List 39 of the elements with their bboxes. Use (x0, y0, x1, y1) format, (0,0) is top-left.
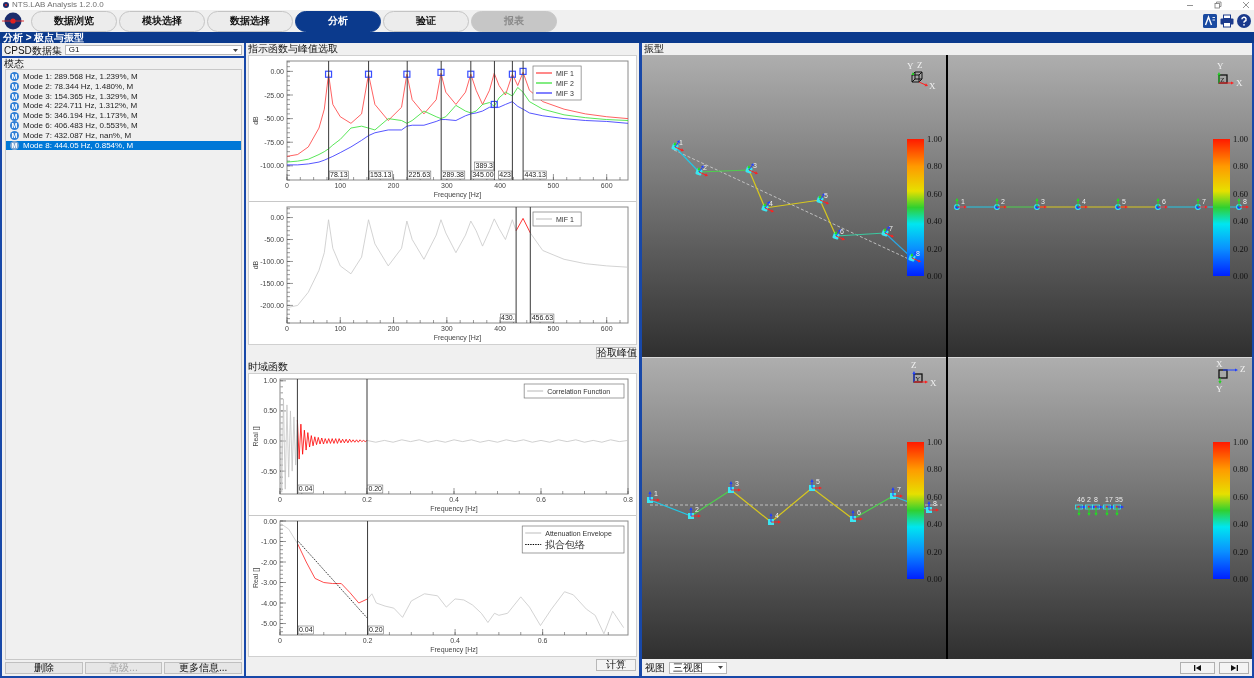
axis-label: Z (917, 60, 923, 70)
axis-label: X (1236, 78, 1243, 88)
color-scale-label: 0.60 (927, 188, 942, 199)
window-title: NTS.LAB Analysis 1.2.0.0 (12, 0, 104, 10)
panel-title: 振型 (643, 43, 665, 55)
breadcrumb: 分析 > 极点与振型 (3, 32, 85, 43)
color-scale-label: 0.80 (1233, 464, 1248, 475)
color-scale-label: 0.40 (1233, 519, 1248, 530)
color-scale-label: 0.80 (927, 464, 942, 475)
axis-label: X (929, 81, 936, 91)
panel-title: 指示函数与峰值选取 (247, 43, 339, 55)
axis-label: Y (1216, 384, 1223, 394)
color-scale-label: 0.80 (927, 161, 942, 172)
axis-label: X (930, 378, 937, 388)
color-scale-label: 0.20 (1233, 243, 1248, 254)
color-scale-label: 0.60 (1233, 491, 1248, 502)
panel-title: 时域函数 (247, 361, 289, 373)
axis-label: X (1216, 359, 1223, 369)
axis-label: Z (911, 360, 917, 370)
field-label: CPSD数据集 (4, 44, 62, 56)
color-scale-label: 0.60 (1233, 188, 1248, 199)
color-scale-label: 0.40 (927, 519, 942, 530)
color-scale-label: 0.20 (1233, 546, 1248, 557)
color-scale-label: 1.00 (1233, 134, 1248, 144)
color-scale-label: 1.00 (927, 437, 942, 447)
color-scale-label: 1.00 (927, 134, 942, 144)
color-scale-label: 0.60 (927, 491, 942, 502)
color-scale-label: 0.20 (927, 546, 942, 557)
section-title: 模态 (3, 58, 25, 69)
color-scale-label: 0.80 (1233, 161, 1248, 172)
legend-label: 拟合包络 (545, 539, 586, 551)
axis-label: Y (907, 61, 914, 71)
axis-label: Z (1240, 364, 1246, 374)
axis-label: Y (1217, 61, 1224, 71)
color-scale-label: 0.20 (927, 243, 942, 254)
color-scale-label: 0.40 (1233, 216, 1248, 227)
color-scale-label: 1.00 (1233, 437, 1248, 447)
color-scale-label: 0.40 (927, 216, 942, 227)
field-label: 视图 (645, 662, 665, 673)
